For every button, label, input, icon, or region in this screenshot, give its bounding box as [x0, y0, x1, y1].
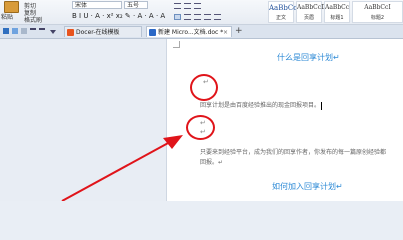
arrow-head-icon [163, 135, 183, 149]
annotation-arrow [61, 135, 183, 201]
arrow-shaft [61, 141, 171, 201]
